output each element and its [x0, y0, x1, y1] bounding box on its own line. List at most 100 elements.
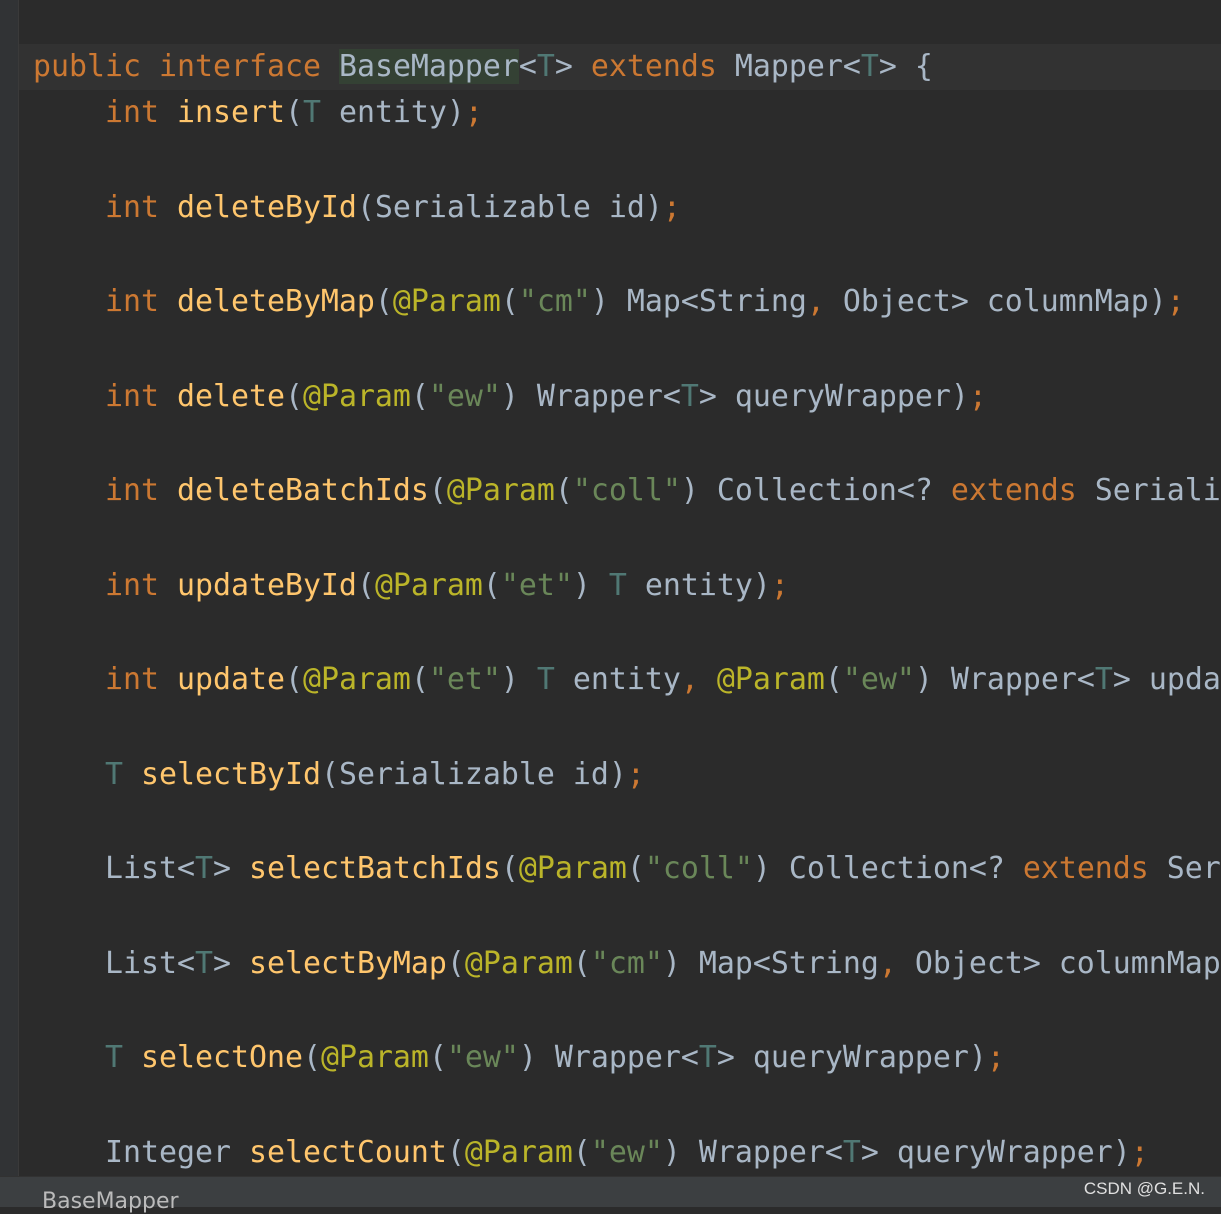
- code-token: int: [104, 473, 177, 508]
- code-token: @Param: [320, 1040, 429, 1075]
- code-token: ,: [806, 284, 843, 319]
- code-token: > queryWrapper): [716, 1040, 987, 1075]
- code-line[interactable]: T selectOne(@Param("ew") Wrapper<T> quer…: [33, 1035, 1005, 1081]
- code-token: T: [842, 1135, 861, 1170]
- code-token: T: [698, 1040, 717, 1075]
- code-token: (: [284, 379, 303, 414]
- code-token: @Param: [374, 568, 483, 603]
- code-line[interactable]: T selectById(Serializable id);: [33, 752, 645, 798]
- code-token: delete: [176, 379, 285, 414]
- code-token: T: [104, 1040, 141, 1075]
- code-token: deleteByMap: [176, 284, 375, 319]
- code-token: "cm": [590, 946, 663, 981]
- code-token: (: [428, 473, 447, 508]
- code-token: ;: [968, 379, 987, 414]
- code-token: "et": [428, 662, 501, 697]
- code-token: Integer: [33, 1135, 249, 1170]
- code-token: T: [860, 49, 879, 84]
- code-token: (: [446, 946, 465, 981]
- code-token: updateById: [176, 568, 357, 603]
- code-token: (Serializable id): [320, 757, 627, 792]
- code-token: (: [500, 851, 519, 886]
- code-token: update: [176, 662, 285, 697]
- code-token: insert: [176, 95, 285, 130]
- code-token: > queryWrapper): [860, 1135, 1131, 1170]
- code-token: ) Collection<?: [752, 851, 1023, 886]
- editor-gutter: [0, 0, 19, 1176]
- code-token: >: [554, 49, 591, 84]
- code-token: int: [104, 662, 177, 697]
- code-token: "ew": [842, 662, 915, 697]
- code-token: Ser: [1166, 851, 1221, 886]
- code-line[interactable]: Integer selectCount(@Param("ew") Wrapper…: [33, 1130, 1149, 1176]
- code-token: List<: [33, 851, 195, 886]
- code-token: (: [356, 568, 375, 603]
- code-token: ) Wrapper<: [914, 662, 1095, 697]
- code-token: ): [500, 662, 537, 697]
- code-token: Seriali: [1094, 473, 1221, 508]
- code-token: ) Map<String: [662, 946, 879, 981]
- code-token: "ew": [590, 1135, 663, 1170]
- code-token: > queryWrapper): [698, 379, 969, 414]
- code-token: >: [212, 946, 249, 981]
- breadcrumb-bar: BaseMapper: [0, 1176, 1221, 1214]
- code-token: ;: [464, 95, 483, 130]
- code-line[interactable]: int delete(@Param("ew") Wrapper<T> query…: [33, 374, 987, 420]
- code-line[interactable]: int deleteById(Serializable id);: [33, 185, 681, 231]
- code-token: (: [284, 95, 303, 130]
- code-line[interactable]: int deleteByMap(@Param("cm") Map<String,…: [33, 279, 1185, 325]
- code-token: ,: [680, 662, 717, 697]
- code-token: ) Collection<?: [680, 473, 951, 508]
- code-token: int: [104, 568, 177, 603]
- code-token: T: [104, 757, 141, 792]
- code-token: T: [680, 379, 699, 414]
- code-token: T: [302, 95, 321, 130]
- code-editor[interactable]: public interface BaseMapper<T> extends M…: [19, 0, 1221, 1176]
- code-token: "et": [500, 568, 573, 603]
- code-token: Object> columnMap: [914, 946, 1221, 981]
- code-token: @Param: [302, 662, 411, 697]
- code-line[interactable]: public interface BaseMapper<T> extends M…: [19, 44, 1221, 90]
- breadcrumb-item[interactable]: BaseMapper: [42, 1189, 179, 1214]
- code-token: ;: [1166, 284, 1185, 319]
- code-line[interactable]: int update(@Param("et") T entity, @Param…: [33, 657, 1221, 703]
- code-token: > upda: [1112, 662, 1221, 697]
- code-token: @Param: [518, 851, 627, 886]
- code-token: entity: [554, 662, 681, 697]
- code-token: (: [554, 473, 573, 508]
- code-token: (: [824, 662, 843, 697]
- watermark: CSDN @G.E.N.: [1083, 1179, 1205, 1198]
- code-token: (: [284, 662, 303, 697]
- code-line[interactable]: int updateById(@Param("et") T entity);: [33, 563, 789, 609]
- code-token: ): [572, 568, 609, 603]
- code-token: ) Wrapper<: [662, 1135, 843, 1170]
- code-token: ;: [986, 1040, 1005, 1075]
- code-token: >: [212, 851, 249, 886]
- code-line[interactable]: int insert(T entity);: [33, 90, 483, 136]
- code-token: (: [482, 568, 501, 603]
- code-token: extends: [1022, 851, 1167, 886]
- code-token: ,: [878, 946, 915, 981]
- code-token: Object> columnMap): [842, 284, 1167, 319]
- code-line[interactable]: List<T> selectBatchIds(@Param("coll") Co…: [33, 846, 1221, 892]
- code-token: ) Map<String: [590, 284, 807, 319]
- code-token: (: [374, 284, 393, 319]
- code-token: selectOne: [140, 1040, 303, 1075]
- code-token: "ew": [428, 379, 501, 414]
- code-token: Mapper<: [734, 49, 861, 84]
- code-line[interactable]: int deleteBatchIds(@Param("coll") Collec…: [33, 468, 1221, 514]
- code-line[interactable]: List<T> selectByMap(@Param("cm") Map<Str…: [33, 941, 1221, 987]
- code-token: (: [626, 851, 645, 886]
- code-token: BaseMapper: [338, 49, 519, 84]
- code-token: int: [104, 284, 177, 319]
- code-token: (: [302, 1040, 321, 1075]
- code-token: (: [410, 379, 429, 414]
